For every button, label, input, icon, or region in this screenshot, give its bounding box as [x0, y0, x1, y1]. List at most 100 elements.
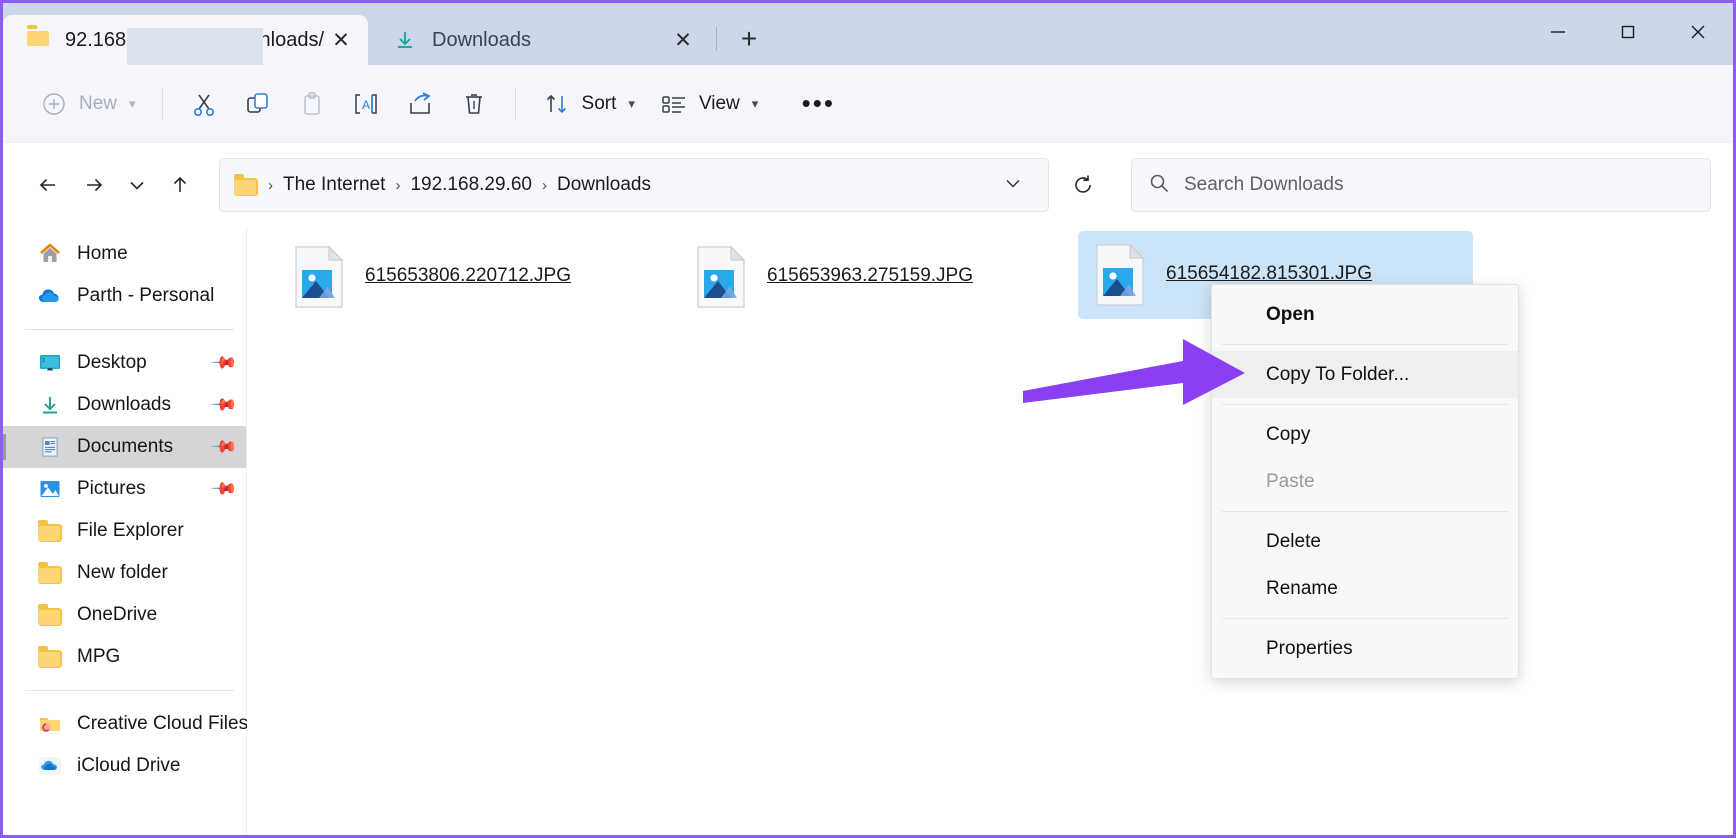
command-bar: New ▾: [3, 65, 1733, 143]
chevron-down-icon: ▾: [628, 96, 635, 112]
cut-button[interactable]: [177, 81, 231, 127]
share-button[interactable]: [393, 81, 447, 127]
context-menu-item-rename[interactable]: Rename: [1212, 565, 1518, 612]
rename-button[interactable]: A: [339, 81, 393, 127]
chevron-down-icon: ▾: [752, 96, 759, 112]
sort-icon: [542, 89, 572, 119]
breadcrumb-item-host[interactable]: 192.168.29.60: [404, 170, 538, 200]
sidebar-item-downloads[interactable]: Downloads 📌: [3, 384, 246, 426]
sidebar-divider: [25, 329, 234, 330]
jpg-image-file-icon: [291, 245, 347, 309]
new-button-label: New: [79, 93, 117, 115]
sidebar-item-file-explorer[interactable]: File Explorer: [3, 510, 246, 552]
svg-text:A: A: [362, 98, 370, 112]
chevron-down-icon[interactable]: [992, 172, 1034, 198]
sidebar-item-label: Home: [77, 243, 128, 265]
sort-button[interactable]: Sort ▾: [530, 81, 647, 127]
tab-strip: 92.168.29.xxxxxxxxxxnloads/ ✕ Downloads …: [3, 3, 771, 65]
trash-icon: [459, 89, 489, 119]
breadcrumb-separator: ›: [538, 177, 551, 194]
file-item[interactable]: 615653963.275159.JPG: [679, 233, 987, 321]
more-options-button[interactable]: •••: [792, 81, 844, 127]
sidebar-item-documents[interactable]: Documents 📌: [3, 426, 246, 468]
pictures-icon: [37, 476, 63, 502]
forward-button[interactable]: [71, 162, 117, 208]
file-grid: 615653806.220712.JPG 615653963.275159.JP…: [247, 227, 1733, 241]
context-menu-item-open[interactable]: Open: [1212, 291, 1518, 338]
tab-divider: [716, 27, 717, 51]
maximize-button[interactable]: [1593, 3, 1663, 61]
desktop-icon: [37, 350, 63, 376]
minimize-button[interactable]: [1523, 3, 1593, 61]
sidebar-item-new-folder[interactable]: New folder: [3, 552, 246, 594]
sidebar-item-creative-cloud-files[interactable]: Creative Cloud Files: [3, 703, 246, 745]
jpg-image-file-icon: [1092, 243, 1148, 307]
recent-locations-button[interactable]: [117, 162, 157, 208]
folder-icon: [27, 29, 49, 51]
pin-icon[interactable]: 📌: [209, 432, 238, 461]
navigation-sidebar: Home Parth - Personal: [3, 227, 247, 835]
tab-downloads[interactable]: Downloads ✕: [370, 15, 710, 65]
rename-icon: A: [351, 89, 381, 119]
breadcrumb-item-downloads[interactable]: Downloads: [551, 170, 657, 200]
paste-button[interactable]: [285, 81, 339, 127]
context-menu-divider: [1222, 404, 1508, 405]
creative-cloud-folder-icon: [37, 711, 63, 737]
sidebar-item-onedrive[interactable]: OneDrive: [3, 594, 246, 636]
sidebar-item-mpg[interactable]: MPG: [3, 636, 246, 678]
context-menu-item-delete[interactable]: Delete: [1212, 518, 1518, 565]
file-name-label[interactable]: 615653963.275159.JPG: [767, 265, 973, 287]
search-box[interactable]: Search Downloads: [1131, 158, 1711, 212]
close-button[interactable]: [1663, 3, 1733, 61]
download-icon: [37, 392, 63, 418]
tab-title: Downloads: [432, 29, 666, 52]
pin-icon[interactable]: 📌: [209, 348, 238, 377]
breadcrumb[interactable]: › The Internet › 192.168.29.60 › Downloa…: [219, 158, 1049, 212]
folder-icon: [234, 175, 258, 196]
context-menu-divider: [1222, 618, 1508, 619]
file-item[interactable]: 615653806.220712.JPG: [277, 233, 585, 321]
file-name-label[interactable]: 615654182.815301.JPG: [1166, 263, 1372, 285]
pin-icon[interactable]: 📌: [209, 474, 238, 503]
pin-icon[interactable]: 📌: [209, 390, 238, 419]
tab-close-button[interactable]: ✕: [666, 23, 700, 57]
sidebar-item-onedrive-personal[interactable]: Parth - Personal: [3, 275, 246, 317]
toolbar-divider: [162, 87, 163, 121]
context-menu-item-copy[interactable]: Copy: [1212, 411, 1518, 458]
context-menu-item-copy-to-folder[interactable]: Copy To Folder...: [1212, 351, 1518, 398]
refresh-button[interactable]: [1057, 162, 1109, 208]
breadcrumb-separator: ›: [264, 177, 277, 194]
folder-icon: [37, 602, 63, 628]
breadcrumb-item-the-internet[interactable]: The Internet: [277, 170, 391, 200]
plus-circle-icon: [39, 89, 69, 119]
back-button[interactable]: [25, 162, 71, 208]
copy-button[interactable]: [231, 81, 285, 127]
icloud-icon: [37, 753, 63, 779]
file-name-label[interactable]: 615653806.220712.JPG: [365, 265, 571, 287]
sidebar-item-pictures[interactable]: Pictures 📌: [3, 468, 246, 510]
view-button-label: View: [699, 93, 740, 115]
up-button[interactable]: [157, 162, 203, 208]
sidebar-divider-2: [25, 690, 234, 691]
view-button[interactable]: View ▾: [647, 81, 770, 127]
sidebar-item-label: Desktop: [77, 352, 147, 374]
delete-button[interactable]: [447, 81, 501, 127]
share-icon: [405, 89, 435, 119]
tab-close-button[interactable]: ✕: [324, 23, 358, 57]
context-menu-item-properties[interactable]: Properties: [1212, 625, 1518, 672]
sidebar-item-label: New folder: [77, 562, 168, 584]
sidebar-item-icloud-drive[interactable]: iCloud Drive: [3, 745, 246, 787]
sidebar-item-label: Parth - Personal: [77, 285, 214, 307]
file-explorer-window: 92.168.29.xxxxxxxxxxnloads/ ✕ Downloads …: [0, 0, 1736, 838]
folder-icon: [37, 518, 63, 544]
view-list-icon: [659, 89, 689, 119]
toolbar-divider-2: [515, 87, 516, 121]
new-button[interactable]: New ▾: [27, 81, 148, 127]
documents-icon: [37, 434, 63, 460]
new-tab-button[interactable]: +: [727, 17, 771, 61]
sidebar-item-home[interactable]: Home: [3, 233, 246, 275]
tab-ftp-downloads[interactable]: 92.168.29.xxxxxxxxxxnloads/ ✕: [3, 15, 368, 65]
sidebar-item-desktop[interactable]: Desktop 📌: [3, 342, 246, 384]
search-input[interactable]: Search Downloads: [1184, 174, 1343, 196]
home-icon: [37, 241, 63, 267]
